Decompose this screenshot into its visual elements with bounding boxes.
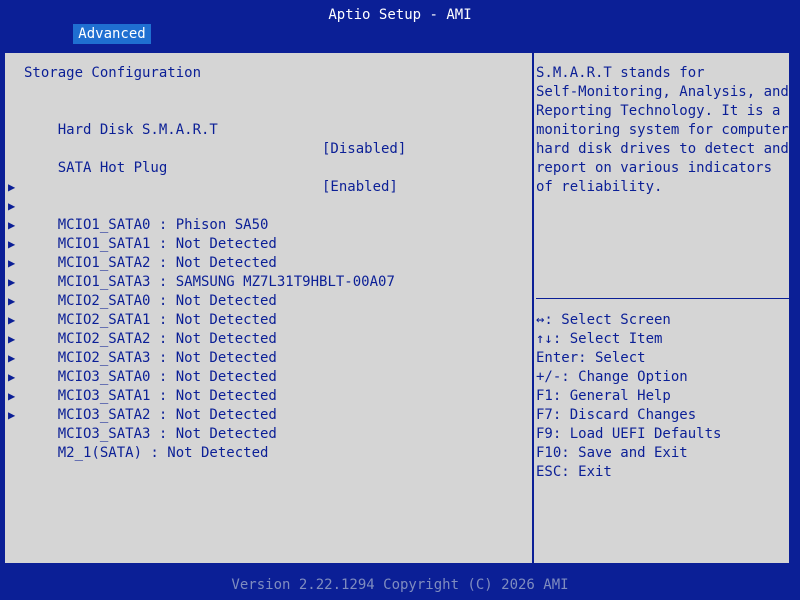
- triangle-right-icon: ▶: [8, 199, 16, 213]
- version-footer: Version 2.22.1294 Copyright (C) 2026 AMI: [0, 575, 800, 600]
- help-description-line: hard disk drives to detect and: [536, 141, 789, 157]
- setting-label: SATA Hot Plug: [57, 160, 168, 176]
- key-hint: Enter: Select: [536, 350, 646, 366]
- setting-label: Hard Disk S.M.A.R.T: [57, 122, 218, 138]
- section-title: Storage Configuration: [24, 65, 202, 81]
- key-hint: F10: Save and Exit: [536, 445, 688, 461]
- triangle-right-icon: ▶: [8, 408, 16, 422]
- triangle-right-icon: ▶: [8, 370, 16, 384]
- help-separator: [536, 298, 793, 299]
- app-title: Aptio Setup - AMI: [328, 7, 472, 23]
- main-panel: Storage Configuration Hard Disk S.M.A.R.…: [4, 52, 793, 564]
- triangle-right-icon: ▶: [8, 351, 16, 365]
- triangle-right-icon: ▶: [8, 180, 16, 194]
- triangle-right-icon: ▶: [8, 237, 16, 251]
- help-description-line: report on various indicators: [536, 160, 773, 176]
- triangle-right-icon: ▶: [8, 332, 16, 346]
- triangle-right-icon: ▶: [8, 256, 16, 270]
- key-hint: ↑↓: Select Item: [536, 331, 663, 347]
- key-hint: ESC: Exit: [536, 464, 612, 480]
- triangle-right-icon: ▶: [8, 275, 16, 289]
- help-description-line: Self-Monitoring, Analysis, and: [536, 84, 789, 100]
- help-description-line: of reliability.: [536, 179, 663, 195]
- triangle-right-icon: ▶: [8, 313, 16, 327]
- tab-advanced[interactable]: Advanced: [73, 24, 151, 44]
- setting-value[interactable]: [Enabled]: [322, 178, 398, 197]
- key-hint: +/-: Change Option: [536, 369, 688, 385]
- triangle-right-icon: ▶: [8, 294, 16, 308]
- key-hint: F9: Load UEFI Defaults: [536, 426, 722, 442]
- device-item[interactable]: ▶ M2_1(SATA) : Not Detected: [8, 406, 269, 482]
- key-hint: F1: General Help: [536, 388, 671, 404]
- help-description-line: monitoring system for computer: [536, 122, 789, 138]
- device-label: M2_1(SATA) : Not Detected: [57, 445, 269, 461]
- help-description-line: Reporting Technology. It is a: [536, 103, 781, 119]
- panel-divider: [532, 53, 534, 563]
- key-hint: F7: Discard Changes: [536, 407, 697, 423]
- top-bar: Aptio Setup - AMI Advanced: [0, 0, 800, 44]
- triangle-right-icon: ▶: [8, 218, 16, 232]
- help-description-line: S.M.A.R.T stands for: [536, 65, 705, 81]
- key-hint: ↔: Select Screen: [536, 312, 671, 328]
- triangle-right-icon: ▶: [8, 389, 16, 403]
- setting-value[interactable]: [Disabled]: [322, 140, 406, 159]
